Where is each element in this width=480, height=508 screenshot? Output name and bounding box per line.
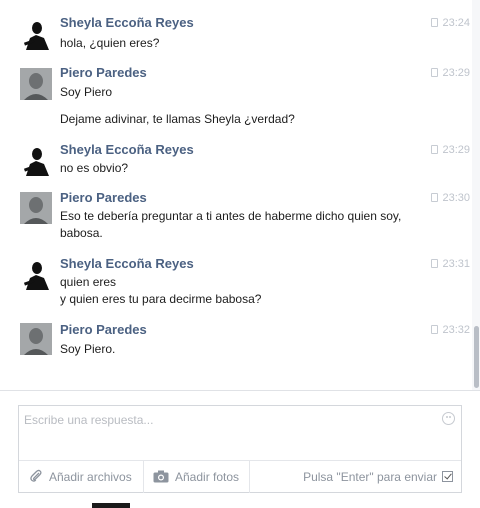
timestamp-icon [431,18,439,27]
timestamp-text: 23:29 [442,144,470,156]
message-timestamp: 23:24 [424,17,470,29]
message-group: Sheyla Eccoña Reyes 23:31 quien eres y q… [0,252,470,312]
enter-to-send-toggle[interactable]: Pulsa "Enter" para enviar [303,461,453,493]
sender-avatar[interactable] [20,258,52,290]
sender-name[interactable]: Piero Paredes [60,322,147,337]
sender-avatar[interactable] [20,68,52,100]
add-photos-button[interactable]: Añadir fotos [153,461,239,493]
toolbar-separator [249,461,250,493]
message-group: Piero Paredes 23:32 Soy Piero. [0,318,470,358]
scrollbar-thumb[interactable] [474,326,479,388]
add-photos-label: Añadir fotos [175,470,240,484]
message-group: Sheyla Eccoña Reyes 23:29 no es obvio? [0,138,470,178]
timestamp-text: 23:30 [442,192,470,204]
divider [0,390,480,391]
sender-name[interactable]: Sheyla Eccoña Reyes [60,15,194,30]
message-text: no es obvio? [60,161,129,175]
message-group: Piero Paredes 23:29 Soy Piero Dejame adi… [0,62,470,132]
timestamp-text: 23:32 [442,324,470,336]
timestamp-icon [431,259,439,268]
enter-to-send-label: Pulsa "Enter" para enviar [303,470,437,484]
message-timestamp: 23:29 [424,67,470,79]
message-timestamp: 23:29 [424,144,470,156]
message-timestamp: 23:31 [424,258,470,270]
sender-name[interactable]: Piero Paredes [60,190,147,205]
emoji-icon[interactable] [442,412,455,425]
timestamp-icon [431,193,439,202]
bottom-thumbnail [92,503,130,508]
message-text: quien eres [60,275,117,289]
message-text: Dejame adivinar, te llamas Sheyla ¿verda… [60,112,295,126]
message-text: Soy Piero. [60,342,116,356]
attach-files-label: Añadir archivos [49,470,132,484]
message-text: babosa. [60,226,103,240]
sender-avatar[interactable] [20,323,52,355]
sender-avatar[interactable] [20,144,52,176]
sender-avatar[interactable] [20,18,52,50]
toolbar-separator [143,461,144,493]
message-group: Piero Paredes 23:30 Eso te debería pregu… [0,186,470,246]
enter-to-send-checkbox[interactable] [442,471,453,482]
reply-input[interactable] [24,410,424,430]
timestamp-text: 23:29 [442,67,470,79]
message-timestamp: 23:32 [424,324,470,336]
composer-toolbar: Añadir archivos Añadir fotos Pulsa "Ente… [19,460,461,493]
sender-name[interactable]: Piero Paredes [60,65,147,80]
timestamp-icon [431,325,439,334]
message-thread: Sheyla Eccoña Reyes 23:24 hola, ¿quien e… [0,0,474,390]
attach-files-button[interactable]: Añadir archivos [29,461,132,493]
paperclip-icon [30,469,42,482]
camera-icon [153,470,169,483]
sender-name[interactable]: Sheyla Eccoña Reyes [60,256,194,271]
sender-name[interactable]: Sheyla Eccoña Reyes [60,142,194,157]
sender-avatar[interactable] [20,192,52,224]
timestamp-text: 23:31 [442,258,470,270]
timestamp-icon [431,145,439,154]
message-group: Sheyla Eccoña Reyes 23:24 hola, ¿quien e… [0,12,470,52]
message-text: hola, ¿quien eres? [60,36,160,50]
timestamp-icon [431,68,439,77]
message-text: Eso te debería preguntar a ti antes de h… [60,209,402,223]
message-text: y quien eres tu para decirme babosa? [60,292,262,306]
timestamp-text: 23:24 [442,17,470,29]
reply-composer: Añadir archivos Añadir fotos Pulsa "Ente… [18,405,462,493]
message-timestamp: 23:30 [424,192,470,204]
message-text: Soy Piero [60,85,113,99]
